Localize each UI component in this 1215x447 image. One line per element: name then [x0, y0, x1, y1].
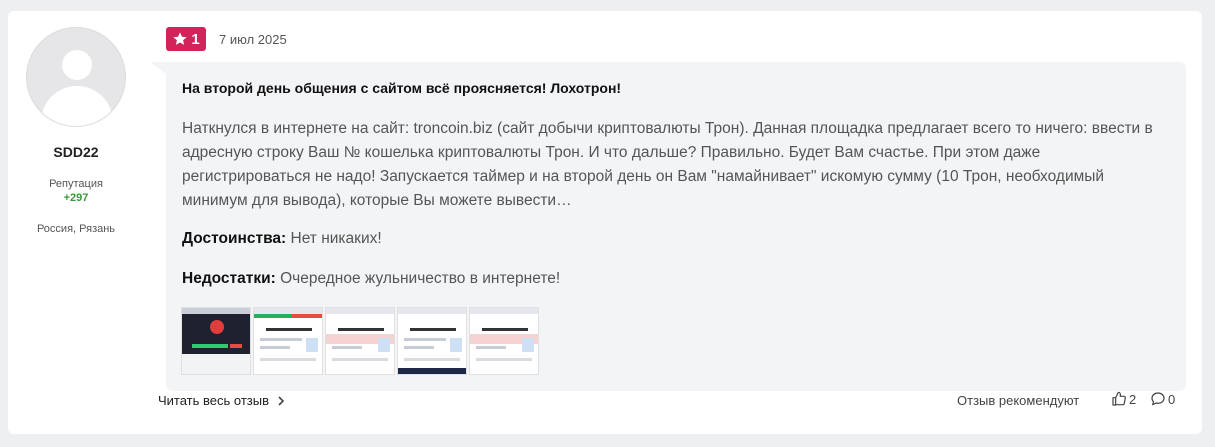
- reputation-value: +297: [63, 192, 89, 204]
- chevron-right-icon: [278, 395, 285, 406]
- username[interactable]: SDD22: [8, 144, 144, 160]
- pros-text: Нет никаких!: [290, 230, 382, 247]
- review-date: 7 июл 2025: [219, 32, 287, 47]
- read-more-label: Читать весь отзыв: [158, 393, 270, 408]
- comments-count: 0: [1168, 391, 1176, 407]
- review-image-thumbnail[interactable]: [325, 307, 395, 375]
- like-button[interactable]: 2: [1111, 391, 1136, 407]
- review-image-thumbnail[interactable]: [397, 307, 467, 375]
- reputation-label: Репутация: [49, 178, 103, 190]
- review-images: [181, 307, 539, 375]
- review-content: На второй день общения с сайтом всё проя…: [166, 62, 1186, 391]
- read-full-review-link[interactable]: Читать весь отзыв: [158, 393, 285, 408]
- thumbs-up-icon: [1112, 391, 1126, 406]
- avatar-head: [62, 50, 92, 80]
- rating-badge: 1: [166, 27, 206, 51]
- avatar-body: [41, 86, 113, 126]
- review-pros: Достоинства: Нет никаких!: [182, 230, 382, 248]
- review-image-thumbnail[interactable]: [253, 307, 323, 375]
- review-title[interactable]: На второй день общения с сайтом всё проя…: [182, 80, 621, 96]
- review-text: Наткнулся в интернете на сайт: troncoin.…: [182, 120, 1153, 209]
- comments-button[interactable]: 0: [1150, 391, 1175, 407]
- avatar[interactable]: [26, 27, 126, 127]
- likes-count: 2: [1129, 391, 1137, 407]
- review-cons: Недостатки: Очередное жульничество в инт…: [182, 270, 560, 288]
- star-icon: [173, 32, 187, 45]
- comment-icon: [1151, 392, 1165, 406]
- user-location: Россия, Рязань: [36, 223, 116, 235]
- pros-label: Достоинства:: [182, 230, 287, 247]
- bubble-tail: [150, 62, 166, 74]
- review-image-thumbnail[interactable]: [181, 307, 251, 375]
- review-card: SDD22 Репутация +297 Россия, Рязань 1 7 …: [8, 11, 1202, 434]
- review-image-thumbnail[interactable]: [469, 307, 539, 375]
- rating-value: 1: [191, 30, 200, 48]
- recommend-label: Отзыв рекомендуют: [957, 393, 1080, 408]
- cons-text: Очередное жульничество в интернете!: [280, 270, 561, 287]
- cons-label: Недостатки:: [182, 270, 276, 287]
